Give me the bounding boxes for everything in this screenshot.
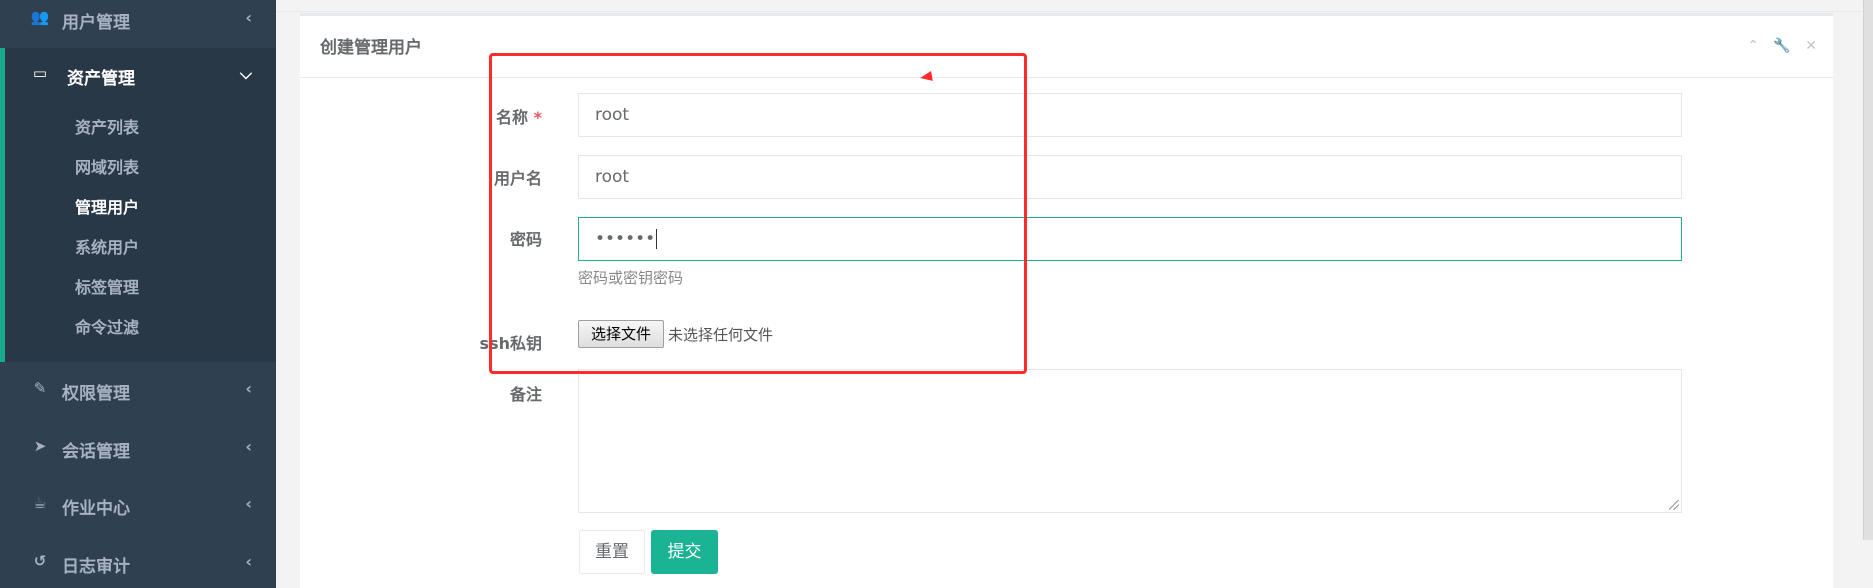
top-strip: [276, 0, 1873, 12]
sidebar-item-label: 日志审计: [62, 557, 130, 577]
comment-textarea[interactable]: [578, 369, 1682, 513]
panel-title: 创建管理用户: [320, 38, 422, 58]
sidebar-item-assets-group: ▭ 资产管理 ⌵ 资产列表 网域列表 管理用户 系统用户 标签管理 命令过滤: [0, 48, 276, 362]
sidebar-subitem-admin-user[interactable]: 管理用户: [75, 194, 139, 218]
panel-tools: ⌃ 🔧 ✕: [1737, 38, 1817, 54]
close-icon[interactable]: ✕: [1805, 38, 1817, 54]
sidebar-item-label: 作业中心: [62, 499, 130, 519]
chevron-left-icon: ‹: [245, 552, 252, 571]
sidebar-subitem-asset-list[interactable]: 资产列表: [75, 114, 139, 138]
rocket-icon: ➤: [33, 437, 47, 455]
annotation-cursor-icon: [919, 71, 933, 83]
edit-icon: ✎: [33, 379, 47, 397]
chevron-left-icon: ‹: [245, 8, 252, 27]
chevron-left-icon: ‹: [245, 379, 252, 398]
submit-button[interactable]: 提交: [651, 530, 718, 574]
users-icon: 👥: [30, 8, 50, 26]
sidebar-item-label: 权限管理: [62, 384, 130, 404]
sidebar-subitem-system-user[interactable]: 系统用户: [75, 234, 139, 258]
hdd-icon: ▭: [32, 64, 48, 82]
wrench-icon[interactable]: 🔧: [1773, 38, 1790, 54]
annotation-rectangle: [489, 53, 1027, 374]
sidebar-subitem-command-filter[interactable]: 命令过滤: [75, 314, 139, 338]
chevron-left-icon: ‹: [245, 437, 252, 456]
chevron-down-icon: ⌵: [239, 64, 252, 83]
sidebar-subitem-domain-list[interactable]: 网域列表: [75, 154, 139, 178]
collapse-icon[interactable]: ⌃: [1747, 38, 1759, 54]
sidebar-item-label: 资产管理: [67, 69, 135, 89]
sidebar-subitem-labels[interactable]: 标签管理: [75, 274, 139, 298]
sidebar-item-label: 会话管理: [62, 442, 130, 462]
coffee-icon: ☕: [33, 494, 47, 512]
resize-handle[interactable]: [1669, 500, 1679, 510]
reset-button[interactable]: 重置: [579, 530, 645, 574]
sidebar-item-label: 用户管理: [62, 13, 130, 33]
comment-label: 备注: [509, 385, 542, 404]
page-scrollbar[interactable]: [1863, 0, 1873, 540]
chevron-left-icon: ‹: [245, 494, 252, 513]
history-icon: ↺: [33, 552, 47, 570]
sidebar: 👥 用户管理 ‹ ▭ 资产管理 ⌵ 资产列表 网域列表 管理用户 系统用户 标签…: [0, 0, 276, 588]
